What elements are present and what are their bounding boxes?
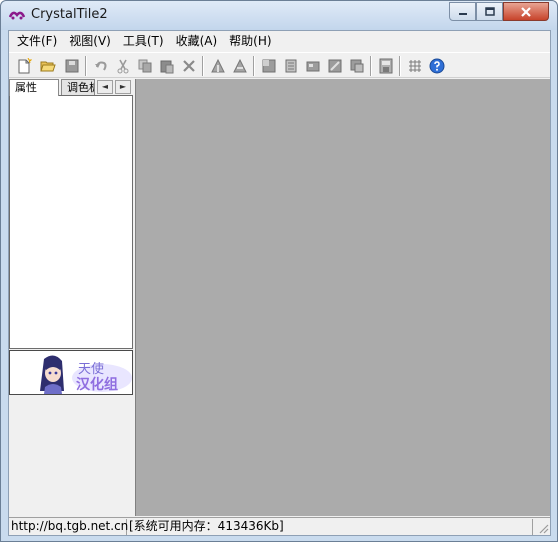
- maximize-icon: [484, 7, 495, 16]
- toolbar-separator: [85, 56, 87, 76]
- tab-palette[interactable]: 调色板: [61, 79, 95, 95]
- palette-5-icon: [350, 59, 364, 73]
- maximize-button[interactable]: [476, 2, 503, 21]
- palette-2-icon: [285, 59, 297, 73]
- delete-icon: [183, 60, 195, 72]
- help-button[interactable]: [426, 55, 448, 77]
- workspace-area[interactable]: [135, 79, 550, 516]
- status-url[interactable]: http://bq.tgb.net.cn: [9, 518, 128, 535]
- menu-view[interactable]: 视图(V): [63, 32, 117, 51]
- palette-3-button[interactable]: [302, 55, 324, 77]
- menu-favorites[interactable]: 收藏(A): [170, 32, 224, 51]
- grid-icon: [409, 60, 421, 72]
- paste-button[interactable]: [156, 55, 178, 77]
- tab-scroll-right-button[interactable]: ►: [115, 80, 131, 94]
- open-folder-icon: [40, 61, 56, 72]
- new-file-button[interactable]: [13, 55, 35, 77]
- tile-export-icon: [233, 58, 247, 73]
- title-bar[interactable]: CrystalTile2: [1, 1, 557, 30]
- angel-translation-group-logo: 天使 汉化组: [10, 351, 132, 394]
- palette-3-icon: [306, 61, 320, 72]
- menu-tools[interactable]: 工具(T): [117, 32, 170, 51]
- menu-help[interactable]: 帮助(H): [223, 32, 277, 51]
- tile-import-button[interactable]: [207, 55, 229, 77]
- tab-scroll-left-button[interactable]: ◄: [97, 80, 113, 94]
- window-title: CrystalTile2: [31, 7, 108, 22]
- logo-banner: 天使 汉化组: [9, 350, 133, 395]
- delete-button[interactable]: [178, 55, 200, 77]
- toolbar-separator: [399, 56, 401, 76]
- close-button[interactable]: [503, 2, 549, 21]
- undo-button[interactable]: [90, 55, 112, 77]
- copy-button[interactable]: [134, 55, 156, 77]
- floppy-icon: [379, 58, 393, 74]
- application-window: CrystalTile2 文件(F) 视图(V) 工具(T) 收藏(A) 帮助(…: [0, 0, 558, 542]
- logo-text-bottom: 汉化组: [76, 376, 118, 393]
- status-memory: [系统可用内存：413436Kb]: [127, 518, 533, 535]
- minimize-button[interactable]: [449, 2, 476, 21]
- close-icon: [521, 6, 531, 17]
- cut-button[interactable]: [112, 55, 134, 77]
- menu-file[interactable]: 文件(F): [11, 32, 63, 51]
- palette-1-icon: [262, 59, 276, 73]
- client-area: 文件(F) 视图(V) 工具(T) 收藏(A) 帮助(H) 属性 调色 ◄ ► …: [8, 30, 551, 536]
- palette-2-button[interactable]: [280, 55, 302, 77]
- floppy-button[interactable]: [375, 55, 397, 77]
- new-file-icon: [18, 58, 32, 74]
- status-bar: http://bq.tgb.net.cn [系统可用内存：413436Kb]: [9, 517, 550, 535]
- logo-text-top: 天使: [78, 361, 104, 377]
- help-icon: [429, 58, 445, 74]
- toolbar-separator: [253, 56, 255, 76]
- palette-4-icon: [328, 59, 342, 73]
- save-icon: [65, 59, 79, 73]
- tile-export-button[interactable]: [229, 55, 251, 77]
- crystaltile-app-icon: [9, 11, 25, 20]
- palette-5-button[interactable]: [346, 55, 368, 77]
- menu-bar: 文件(F) 视图(V) 工具(T) 收藏(A) 帮助(H): [9, 31, 550, 52]
- paste-icon: [160, 60, 174, 74]
- undo-icon: [95, 61, 107, 71]
- toolbar-separator: [370, 56, 372, 76]
- palette-4-button[interactable]: [324, 55, 346, 77]
- grid-button[interactable]: [404, 55, 426, 77]
- left-panel: 属性 调色板 ◄ ► 天使 汉化组: [9, 79, 134, 515]
- copy-icon: [138, 59, 152, 73]
- palette-1-button[interactable]: [258, 55, 280, 77]
- tab-properties[interactable]: 属性: [9, 79, 59, 96]
- properties-pane[interactable]: [9, 95, 133, 349]
- resize-grip-icon[interactable]: [537, 522, 549, 534]
- minimize-icon: [458, 12, 467, 15]
- cut-icon: [117, 59, 129, 74]
- save-button[interactable]: [61, 55, 83, 77]
- toolbar-separator: [202, 56, 204, 76]
- tile-import-icon: [211, 58, 225, 73]
- open-button[interactable]: [37, 55, 59, 77]
- toolbar: [9, 52, 550, 78]
